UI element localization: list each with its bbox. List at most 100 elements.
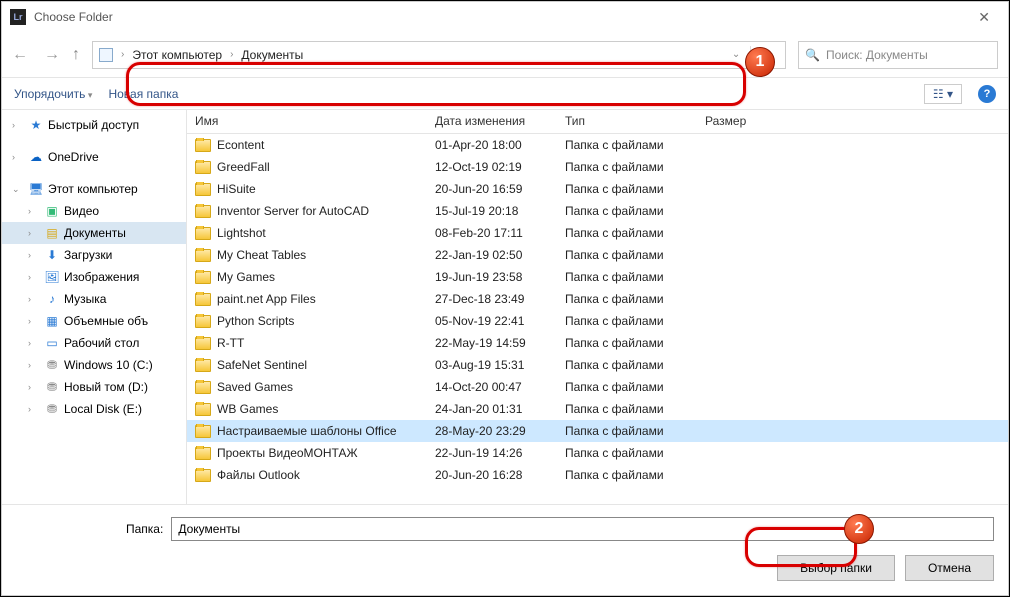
sidebar-item[interactable]: Музыка <box>64 292 106 306</box>
disk-icon: ⛃ <box>44 357 60 373</box>
search-placeholder: Поиск: Документы <box>826 48 928 62</box>
address-bar[interactable]: › Этот компьютер › Документы ⌄ ↻ <box>92 41 786 69</box>
file-date: 14-Oct-20 00:47 <box>427 380 557 394</box>
sidebar-item[interactable]: Новый том (D:) <box>64 380 148 394</box>
new-folder-button[interactable]: Новая папка <box>108 87 178 101</box>
breadcrumb-root[interactable]: Этот компьютер <box>132 48 222 62</box>
sidebar-item[interactable]: Изображения <box>64 270 139 284</box>
nav-back-icon[interactable]: ← <box>12 46 28 64</box>
file-name: My Cheat Tables <box>217 248 306 262</box>
folder-row[interactable]: Econtent01-Apr-20 18:00Папка с файлами <box>187 134 1008 156</box>
documents-icon: ▤ <box>44 225 60 241</box>
file-name: Inventor Server for AutoCAD <box>217 204 369 218</box>
star-icon: ★ <box>28 117 44 133</box>
file-date: 22-May-19 14:59 <box>427 336 557 350</box>
folder-icon <box>195 381 211 394</box>
column-header-size[interactable]: Размер <box>697 110 787 133</box>
view-mode-button[interactable]: ☷ ▾ <box>924 84 962 104</box>
folder-row[interactable]: My Games19-Jun-19 23:58Папка с файлами <box>187 266 1008 288</box>
file-type: Папка с файлами <box>557 446 697 460</box>
refresh-icon[interactable]: ↻ <box>750 46 779 63</box>
file-type: Папка с файлами <box>557 424 697 438</box>
folder-row[interactable]: WB Games24-Jan-20 01:31Папка с файлами <box>187 398 1008 420</box>
downloads-icon: ⬇ <box>44 247 60 263</box>
chevron-right-icon: › <box>121 49 124 60</box>
folder-row[interactable]: SafeNet Sentinel03-Aug-19 15:31Папка с ф… <box>187 354 1008 376</box>
sidebar-item[interactable]: Документы <box>64 226 126 240</box>
folder-icon <box>195 293 211 306</box>
folder-row[interactable]: Проекты ВидеоМОНТАЖ22-Jun-19 14:26Папка … <box>187 442 1008 464</box>
folder-row[interactable]: Lightshot08-Feb-20 17:11Папка с файлами <box>187 222 1008 244</box>
folder-input[interactable] <box>171 517 994 541</box>
images-icon: 🖼 <box>44 269 60 285</box>
folder-row[interactable]: Файлы Outlook20-Jun-20 16:28Папка с файл… <box>187 464 1008 486</box>
sidebar-item[interactable]: Local Disk (E:) <box>64 402 142 416</box>
folder-row[interactable]: R-TT22-May-19 14:59Папка с файлами <box>187 332 1008 354</box>
nav-forward-icon[interactable]: → <box>44 46 60 64</box>
file-type: Папка с файлами <box>557 314 697 328</box>
file-name: My Games <box>217 270 275 284</box>
file-type: Папка с файлами <box>557 358 697 372</box>
breadcrumb-current[interactable]: Документы <box>241 48 303 62</box>
column-header-date[interactable]: Дата изменения <box>427 110 557 133</box>
window-title: Choose Folder <box>34 10 113 24</box>
sidebar-quick-access[interactable]: Быстрый доступ <box>48 118 139 132</box>
folder-row[interactable]: Python Scripts05-Nov-19 22:41Папка с фай… <box>187 310 1008 332</box>
navigation-tree[interactable]: ›★Быстрый доступ ›☁OneDrive ⌄🖥Этот компь… <box>2 110 187 504</box>
folder-row[interactable]: My Cheat Tables22-Jan-19 02:50Папка с фа… <box>187 244 1008 266</box>
file-name: R-TT <box>217 336 244 350</box>
sidebar-this-pc[interactable]: Этот компьютер <box>48 182 138 196</box>
folder-label: Папка: <box>126 522 163 536</box>
file-name: WB Games <box>217 402 278 416</box>
folder-icon <box>195 227 211 240</box>
search-box[interactable]: 🔍 Поиск: Документы <box>798 41 998 69</box>
folder-icon <box>195 161 211 174</box>
sidebar-item[interactable]: Видео <box>64 204 99 218</box>
file-date: 12-Oct-19 02:19 <box>427 160 557 174</box>
cancel-button[interactable]: Отмена <box>905 555 994 581</box>
file-name: Lightshot <box>217 226 266 240</box>
help-icon[interactable]: ? <box>978 85 996 103</box>
file-date: 27-Dec-18 23:49 <box>427 292 557 306</box>
chevron-right-icon: › <box>230 49 233 60</box>
file-type: Папка с файлами <box>557 292 697 306</box>
address-dropdown-icon[interactable]: ⌄ <box>726 49 746 60</box>
folder-icon <box>195 205 211 218</box>
objects-icon: ▦ <box>44 313 60 329</box>
folder-row[interactable]: Saved Games14-Oct-20 00:47Папка с файлам… <box>187 376 1008 398</box>
app-icon: Lr <box>10 9 26 25</box>
organize-menu[interactable]: Упорядочить <box>14 87 92 101</box>
sidebar-item[interactable]: Объемные объ <box>64 314 148 328</box>
folder-row[interactable]: paint.net App Files27-Dec-18 23:49Папка … <box>187 288 1008 310</box>
column-header-type[interactable]: Тип <box>557 110 697 133</box>
column-header-name[interactable]: Имя <box>187 110 427 133</box>
sidebar-item[interactable]: Загрузки <box>64 248 112 262</box>
folder-icon <box>195 447 211 460</box>
file-type: Папка с файлами <box>557 160 697 174</box>
folder-icon <box>195 271 211 284</box>
file-date: 20-Jun-20 16:59 <box>427 182 557 196</box>
file-type: Папка с файлами <box>557 226 697 240</box>
file-name: HiSuite <box>217 182 256 196</box>
nav-up-icon[interactable]: ↑ <box>72 46 80 64</box>
folder-icon <box>195 139 211 152</box>
file-name: GreedFall <box>217 160 270 174</box>
folder-row[interactable]: Inventor Server for AutoCAD15-Jul-19 20:… <box>187 200 1008 222</box>
file-type: Папка с файлами <box>557 402 697 416</box>
folder-row[interactable]: GreedFall 12-Oct-19 02:19Папка с файлами <box>187 156 1008 178</box>
sidebar-item[interactable]: Windows 10 (C:) <box>64 358 153 372</box>
search-icon: 🔍 <box>805 48 820 62</box>
sidebar-onedrive[interactable]: OneDrive <box>48 150 99 164</box>
file-date: 19-Jun-19 23:58 <box>427 270 557 284</box>
folder-row[interactable]: Настраиваемые шаблоны Office28-May-20 23… <box>187 420 1008 442</box>
file-name: Настраиваемые шаблоны Office <box>217 424 397 438</box>
music-icon: ♪ <box>44 291 60 307</box>
file-type: Папка с файлами <box>557 182 697 196</box>
folder-row[interactable]: HiSuite 20-Jun-20 16:59Папка с файлами <box>187 178 1008 200</box>
file-type: Папка с файлами <box>557 204 697 218</box>
file-date: 22-Jan-19 02:50 <box>427 248 557 262</box>
choose-folder-button[interactable]: Выбор папки <box>777 555 895 581</box>
folder-icon <box>195 183 211 196</box>
sidebar-item[interactable]: Рабочий стол <box>64 336 139 350</box>
close-button[interactable]: ✕ <box>968 9 1000 26</box>
